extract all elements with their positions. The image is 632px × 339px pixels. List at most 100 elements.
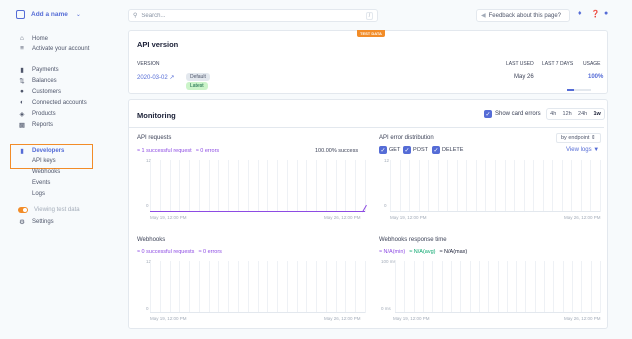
legend-errors: ≈ 0 errors (198, 249, 222, 255)
test-data-toggle[interactable]: Viewing test data (18, 205, 80, 214)
grid-line (447, 160, 449, 212)
range-4h[interactable]: 4h (550, 111, 556, 117)
x-axis-end: May 26, 12:00 PM (564, 215, 601, 220)
grid-line (296, 261, 298, 313)
endpoint-select[interactable]: by endpoint ⇕ (556, 133, 601, 143)
y-axis-top: 12 (384, 158, 390, 163)
sidebar-item-payments[interactable]: ▮ Payments (18, 65, 59, 74)
sidebar-item-home[interactable]: ⌂ Home (18, 34, 48, 43)
grid-line (355, 160, 357, 212)
webhooks-response-title: Webhooks response time (379, 237, 447, 243)
time-range-selector[interactable]: 4h 12h 24h 1w (546, 108, 605, 120)
grid-line (306, 261, 308, 313)
user-icon[interactable]: ● (604, 10, 608, 17)
search-shortcut: / (366, 11, 373, 20)
range-24h[interactable]: 24h (578, 111, 587, 117)
x-axis-start: May 19, 12:00 PM (393, 316, 430, 321)
box-icon: ◈ (19, 110, 25, 118)
sidebar-item-developers[interactable]: ▮ Developers (18, 146, 64, 155)
grid-line (189, 261, 191, 313)
y-axis-bottom: 0 (146, 306, 149, 311)
sidebar-subitem-events[interactable]: Events (32, 180, 50, 186)
api-errors-chart (390, 160, 601, 212)
last-used-value: May 26 (514, 74, 534, 80)
baseline (390, 211, 600, 212)
sidebar-item-balances[interactable]: ⇅ Balances (18, 76, 56, 85)
col-last-used: LAST USED (506, 61, 534, 67)
sidebar-item-label: Settings (32, 218, 54, 225)
search-icon: ⚲ (133, 13, 138, 19)
sidebar-subitem-api-keys[interactable]: API keys (32, 158, 56, 164)
sidebar-item-label: Connected accounts (32, 99, 87, 106)
grid-line (456, 160, 458, 212)
grid-line (413, 261, 415, 313)
grid-line (237, 261, 239, 313)
grid-line (432, 261, 434, 313)
range-1w[interactable]: 1w (593, 111, 600, 117)
grid-line (534, 261, 536, 313)
grid-line (600, 261, 601, 313)
account-icon (16, 10, 25, 19)
grid-line (237, 160, 239, 212)
sidebar-item-label: Payments (32, 66, 59, 73)
show-card-errors-checkbox[interactable]: ✓ Show card errors (484, 110, 541, 118)
grid-line (316, 261, 318, 313)
legend-avg: ≈ N/A(avg) (409, 249, 436, 255)
grid-line (572, 261, 574, 313)
grid-line (542, 160, 544, 212)
account-name: Add a name (31, 11, 68, 18)
x-axis-end: May 26, 12:00 PM (564, 316, 601, 321)
view-logs-link[interactable]: View logs ▼ (566, 147, 599, 153)
latest-pill: Latest (186, 82, 208, 90)
grid-line (277, 261, 279, 313)
grid-line (533, 160, 535, 212)
grid-line (150, 261, 151, 313)
legend-errors: ≈ 0 errors (195, 148, 220, 154)
grid-line (571, 160, 573, 212)
feedback-button[interactable]: ◀ Feedback about this page? (476, 9, 570, 22)
grid-line (450, 261, 452, 313)
sidebar-item-customers[interactable]: ● Customers (18, 87, 61, 96)
balance-icon: ⇅ (19, 77, 25, 85)
grid-line (580, 160, 582, 212)
search-bar[interactable]: ⚲ / (128, 9, 378, 22)
grid-line (514, 160, 516, 212)
baseline (395, 312, 600, 313)
grid-line (267, 160, 269, 212)
api-errors-title: API error distribution (379, 135, 434, 141)
sidebar-item-activate[interactable]: ≡ Activate your account (18, 44, 89, 53)
usage-value: 100% (588, 74, 604, 80)
grid-line (325, 160, 327, 212)
toggle-switch[interactable] (18, 206, 28, 213)
grid-line (159, 160, 161, 212)
account-switcher[interactable]: Add a name ⌄ (16, 10, 81, 19)
api-version-title: API version (137, 40, 179, 49)
search-input[interactable] (141, 12, 362, 19)
feedback-label: Feedback about this page? (488, 12, 562, 19)
sidebar-subitem-logs[interactable]: Logs (32, 191, 45, 197)
sidebar-item-products[interactable]: ◈ Products (18, 109, 56, 118)
grid-line (600, 160, 601, 212)
sidebar-item-reports[interactable]: ▩ Reports (18, 120, 53, 129)
filter-get[interactable]: ✓ GET (379, 146, 400, 154)
grid-line (179, 261, 181, 313)
grid-line (544, 261, 546, 313)
grid-line (506, 261, 508, 313)
sidebar-subitem-webhooks[interactable]: Webhooks (32, 169, 60, 175)
sidebar-item-connected-accounts[interactable]: ◐ Connected accounts (18, 98, 87, 107)
sidebar-item-label: Reports (32, 121, 54, 128)
filter-post[interactable]: ✓ POST (403, 146, 428, 154)
help-icon[interactable]: ❓ (591, 10, 600, 18)
bell-icon[interactable]: ♦ (578, 10, 582, 17)
monitoring-divider (129, 127, 604, 128)
api-version-link[interactable]: 2020-03-02 ↗ (137, 74, 174, 81)
legend-max-label: N/A(max) (444, 249, 468, 255)
grid-line (159, 261, 161, 313)
gear-icon: ⚙ (19, 218, 25, 226)
legend-success: ≈ 0 successful requests (137, 249, 195, 255)
range-12h[interactable]: 12h (563, 111, 572, 117)
sidebar-item-settings[interactable]: ⚙ Settings (18, 217, 54, 226)
filter-delete[interactable]: ✓ DELETE (432, 146, 463, 154)
webhooks-legend: ≈ 0 successful requests ≈ 0 errors (137, 249, 222, 255)
chart-icon: ▩ (18, 121, 26, 129)
